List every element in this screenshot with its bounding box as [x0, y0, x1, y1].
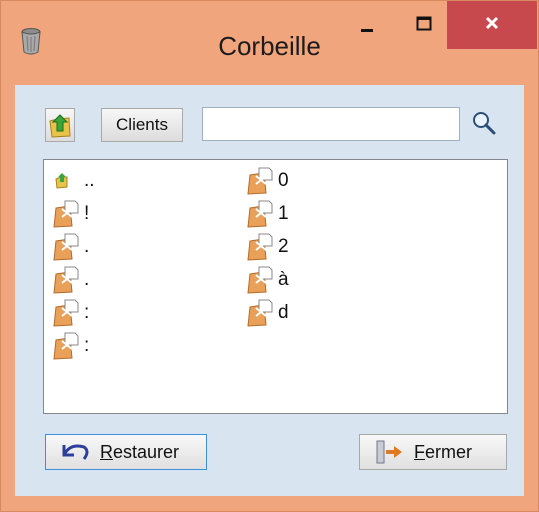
maximize-button[interactable]	[397, 1, 451, 49]
deleted-file-icon	[53, 233, 79, 261]
list-item[interactable]: 2	[244, 232, 289, 262]
folder-up-icon	[49, 114, 71, 138]
search-input[interactable]	[202, 107, 460, 141]
list-item[interactable]: 1	[244, 199, 289, 229]
deleted-file-icon	[53, 299, 79, 327]
deleted-file-icon	[247, 299, 273, 327]
deleted-items-list[interactable]: .. ! . .:: 0 1 2 à d	[43, 159, 508, 414]
folder-up-small-icon	[55, 173, 68, 189]
list-item[interactable]: :	[50, 298, 89, 328]
dialog-body: Clients .. ! . .:: 0 1 2 à d Restaurer…	[15, 85, 524, 496]
deleted-file-icon	[247, 266, 273, 294]
close-window-button[interactable]	[447, 1, 537, 49]
list-item[interactable]: .	[50, 232, 89, 262]
close-label: Fermer	[414, 441, 473, 462]
recycle-bin-window: Corbeille Clients .. ! . .:: 0 1 2 à d…	[0, 0, 539, 512]
deleted-file-icon	[247, 233, 273, 261]
exit-door-icon	[376, 440, 402, 464]
title-bar[interactable]: Corbeille	[1, 1, 538, 86]
parent-folder-button[interactable]	[45, 108, 75, 142]
restore-button[interactable]: Restaurer	[45, 434, 207, 470]
list-item[interactable]: à	[244, 265, 289, 295]
list-item[interactable]: !	[50, 199, 89, 229]
minimize-icon	[361, 29, 373, 32]
close-button[interactable]: Fermer	[359, 434, 507, 470]
deleted-file-icon	[247, 200, 273, 228]
list-item[interactable]: .	[50, 265, 89, 295]
list-item[interactable]: 0	[244, 166, 289, 196]
deleted-file-icon	[53, 266, 79, 294]
undo-arrow-icon	[62, 444, 89, 460]
deleted-file-icon	[53, 332, 79, 360]
list-item[interactable]: :	[50, 331, 89, 361]
clients-button[interactable]: Clients	[101, 108, 183, 142]
close-icon	[485, 16, 499, 30]
list-item[interactable]: ..	[50, 166, 95, 196]
deleted-file-icon	[53, 200, 79, 228]
minimize-button[interactable]	[341, 1, 393, 49]
maximize-icon	[416, 16, 432, 31]
list-item[interactable]: d	[244, 298, 289, 328]
magnifier-icon[interactable]	[471, 110, 497, 136]
deleted-file-icon	[247, 167, 273, 195]
restore-label: Restaurer	[100, 441, 180, 462]
